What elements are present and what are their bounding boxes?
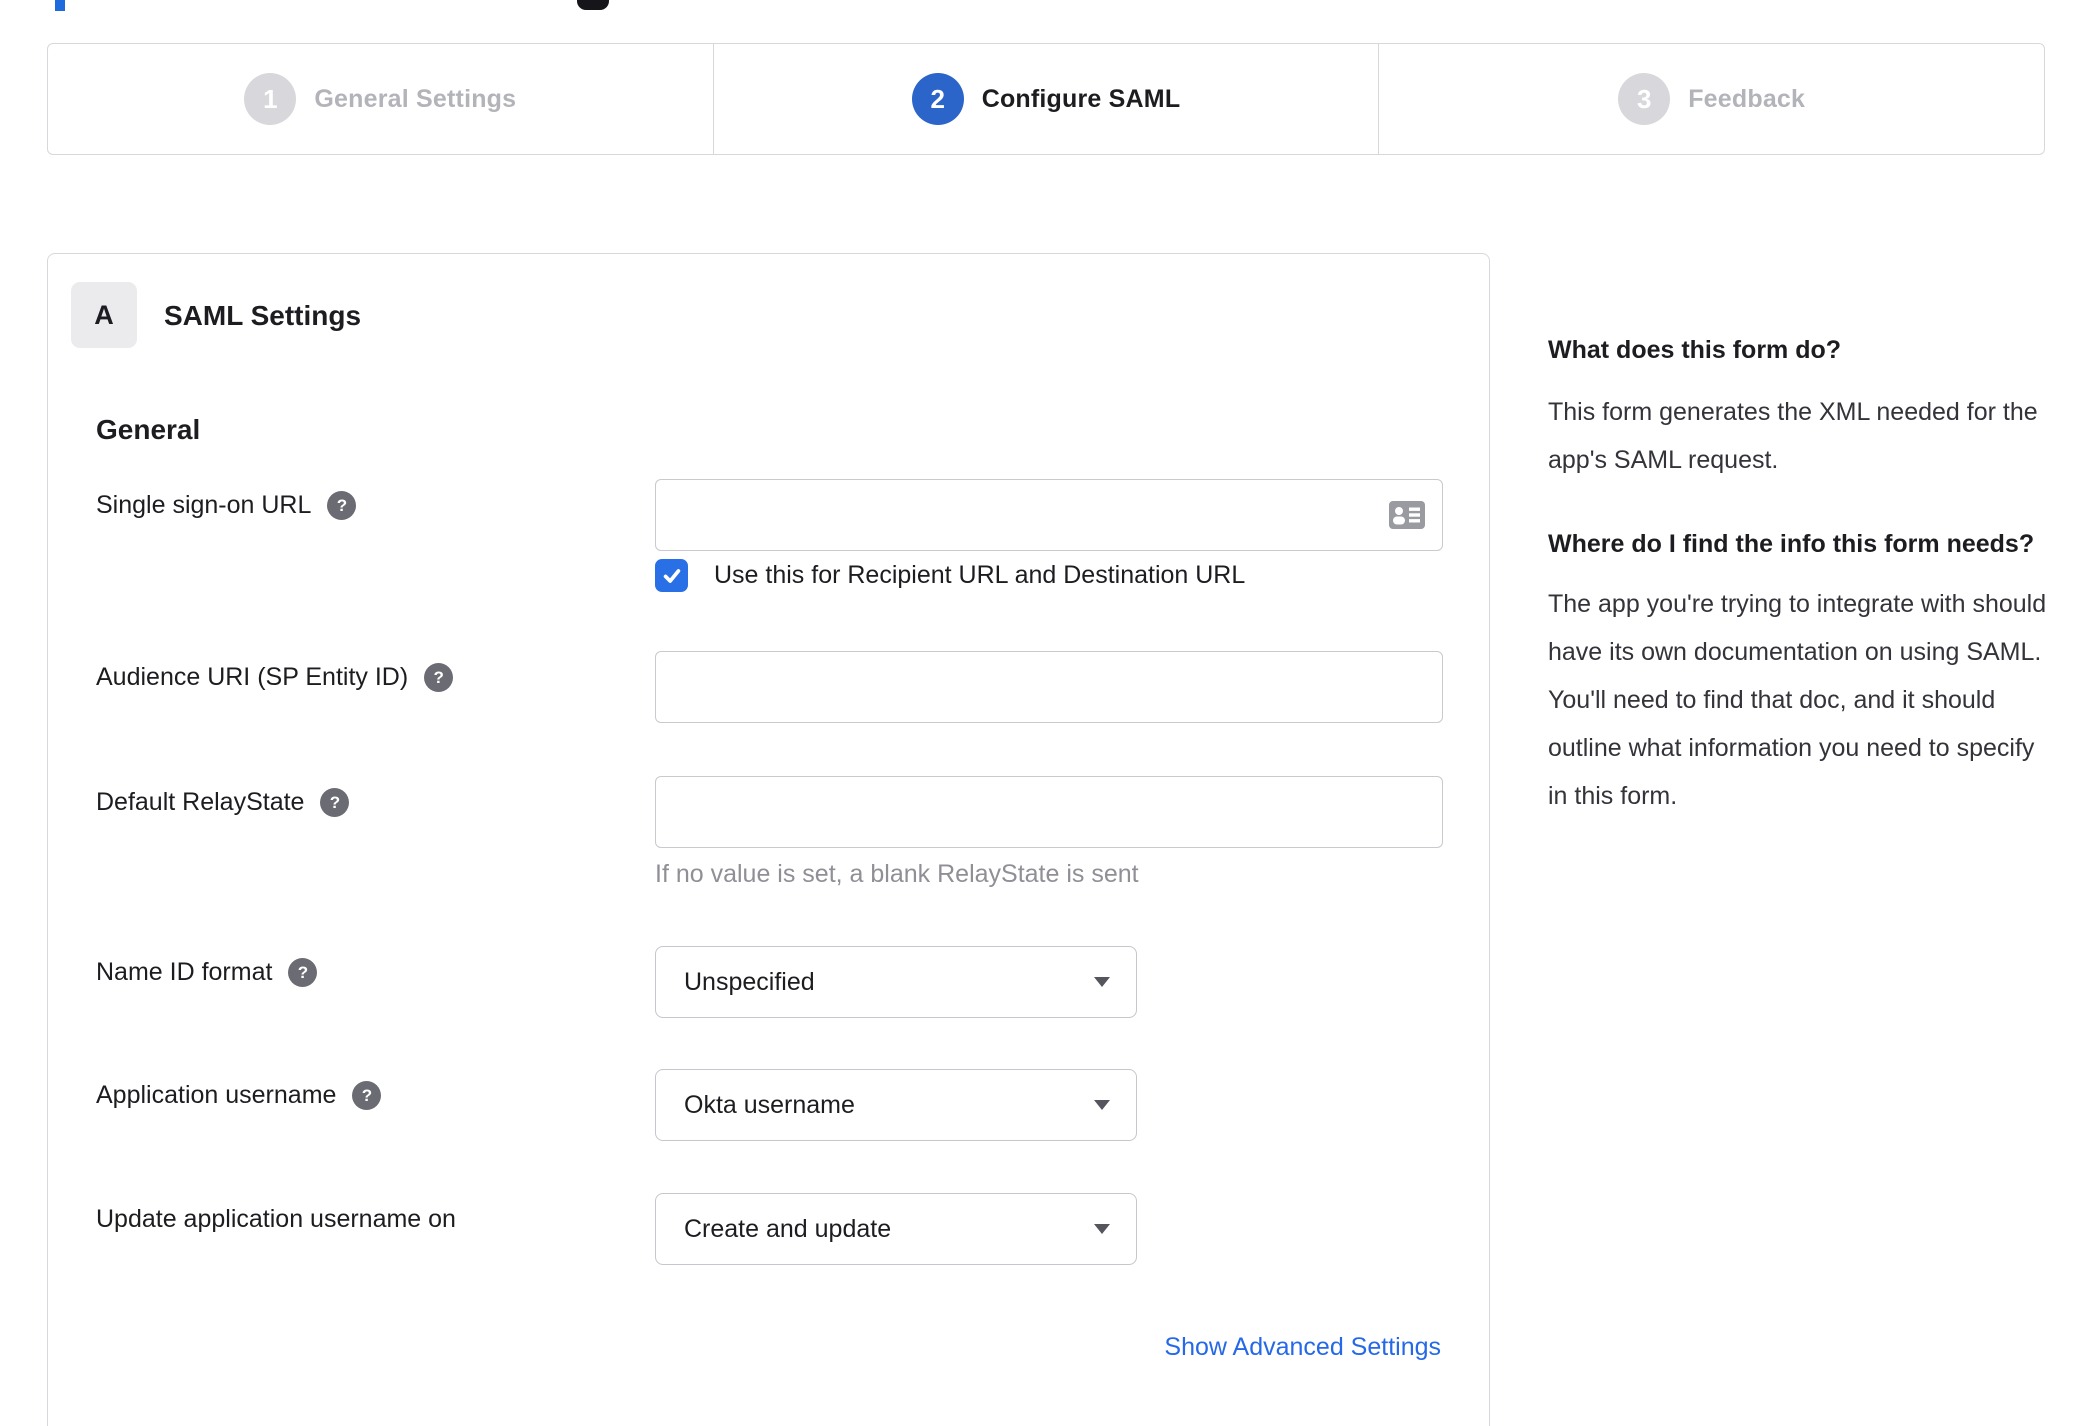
help-answer-1: This form generates the XML needed for t… — [1548, 398, 2038, 474]
clipped-title-fragment — [55, 0, 65, 11]
app-username-value: Okta username — [684, 1090, 855, 1119]
relay-state-helper-text: If no value is set, a blank RelayState i… — [655, 860, 1139, 888]
update-username-value: Create and update — [684, 1214, 892, 1243]
configure-saml-page: 1 General Settings 2 Configure SAML 3 Fe… — [0, 0, 2092, 1426]
recipient-url-checkbox-row: Use this for Recipient URL and Destinati… — [655, 559, 1245, 592]
help-icon[interactable]: ? — [320, 788, 350, 817]
app-username-label: Application username — [96, 1081, 337, 1109]
recipient-url-checkbox[interactable] — [655, 559, 688, 592]
step-number-badge: 3 — [1618, 73, 1671, 125]
help-icon[interactable]: ? — [288, 958, 318, 987]
checkmark-icon — [663, 568, 680, 583]
help-icon[interactable]: ? — [327, 491, 357, 520]
step-number-badge: 1 — [244, 73, 297, 125]
panel-title: SAML Settings — [164, 300, 362, 331]
general-section-title: General — [96, 414, 201, 445]
step-label: General Settings — [314, 84, 517, 113]
step-configure-saml[interactable]: 2 Configure SAML — [712, 44, 1379, 154]
step-general-settings[interactable]: 1 General Settings — [48, 44, 713, 154]
relay-state-input[interactable] — [655, 776, 1443, 848]
audience-uri-input[interactable] — [655, 651, 1443, 723]
update-username-label-row: Update application username on — [96, 1205, 456, 1234]
step-label: Feedback — [1688, 84, 1806, 113]
relay-state-label: Default RelayState — [96, 788, 305, 816]
app-username-select[interactable]: Okta username — [655, 1069, 1137, 1141]
name-id-format-value: Unspecified — [684, 967, 815, 996]
help-icon[interactable]: ? — [424, 663, 454, 692]
show-advanced-settings-link[interactable]: Show Advanced Settings — [1164, 1333, 1441, 1362]
relay-state-label-row: Default RelayState ? — [96, 788, 350, 817]
clipped-icon-fragment — [577, 0, 609, 10]
section-a-badge: A — [71, 282, 137, 348]
name-id-format-label: Name ID format — [96, 958, 273, 986]
audience-uri-label-row: Audience URI (SP Entity ID) ? — [96, 663, 454, 692]
audience-uri-label: Audience URI (SP Entity ID) — [96, 663, 409, 691]
step-label: Configure SAML — [981, 84, 1181, 113]
name-id-format-select[interactable]: Unspecified — [655, 946, 1137, 1018]
help-answer-2: The app you're trying to integrate with … — [1548, 590, 2047, 810]
sso-url-label: Single sign-on URL — [96, 491, 312, 519]
contact-card-icon[interactable] — [1389, 501, 1425, 534]
help-question-1: What does this form do? — [1548, 336, 1842, 364]
update-username-select[interactable]: Create and update — [655, 1193, 1137, 1265]
update-username-label: Update application username on — [96, 1205, 456, 1233]
sso-url-field-wrap — [655, 479, 1443, 551]
dropdown-caret-icon — [1094, 1224, 1110, 1234]
recipient-url-checkbox-label: Use this for Recipient URL and Destinati… — [714, 561, 1246, 589]
app-username-label-row: Application username ? — [96, 1081, 382, 1110]
name-id-format-label-row: Name ID format ? — [96, 958, 318, 987]
help-icon[interactable]: ? — [352, 1081, 382, 1110]
dropdown-caret-icon — [1094, 1100, 1110, 1110]
dropdown-caret-icon — [1094, 977, 1110, 987]
help-question-2: Where do I find the info this form needs… — [1548, 530, 2035, 558]
sso-url-input[interactable] — [655, 479, 1443, 551]
wizard-stepper: 1 General Settings 2 Configure SAML 3 Fe… — [47, 43, 2045, 155]
step-number-badge: 2 — [911, 73, 964, 125]
help-sidebar: What does this form do? This form genera… — [1548, 330, 2060, 860]
step-feedback[interactable]: 3 Feedback — [1378, 44, 2044, 154]
sso-url-label-row: Single sign-on URL ? — [96, 491, 357, 520]
saml-settings-panel: A SAML Settings General Single sign-on U… — [47, 253, 1490, 1426]
